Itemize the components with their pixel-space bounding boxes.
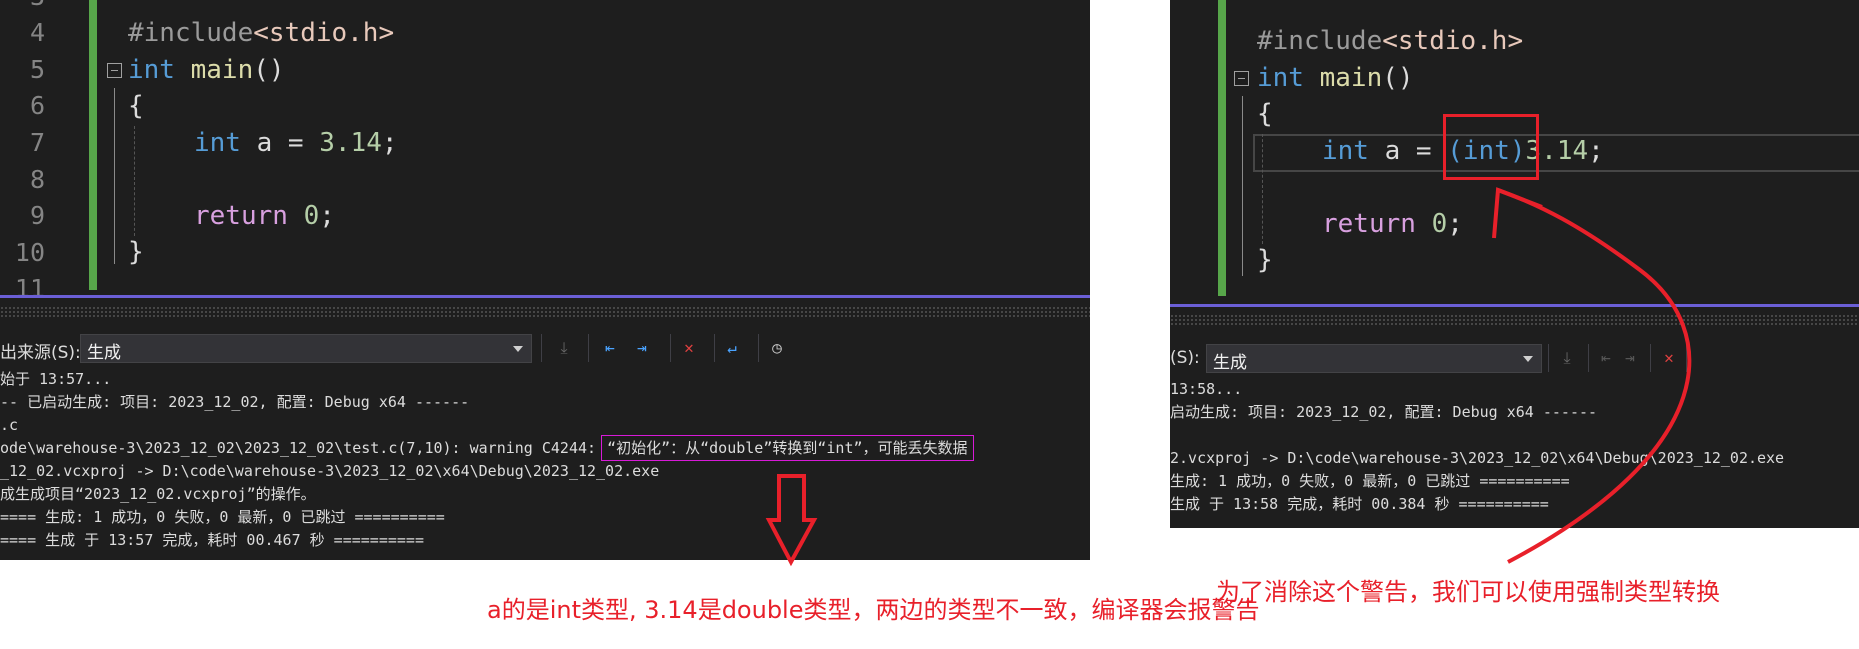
- arrowhead-icon: [1492, 187, 1543, 239]
- annotation-overlay: [765, 187, 1692, 567]
- down-arrow-icon: [765, 474, 818, 567]
- right-annotation: 为了消除这个警告，我们可以使用强制类型转换: [1216, 578, 1720, 606]
- left-annotation: a的是int类型, 3.14是double类型，两边的类型不一致，编译器会报警告: [487, 596, 1260, 624]
- curved-arrow-icon: [1497, 188, 1692, 564]
